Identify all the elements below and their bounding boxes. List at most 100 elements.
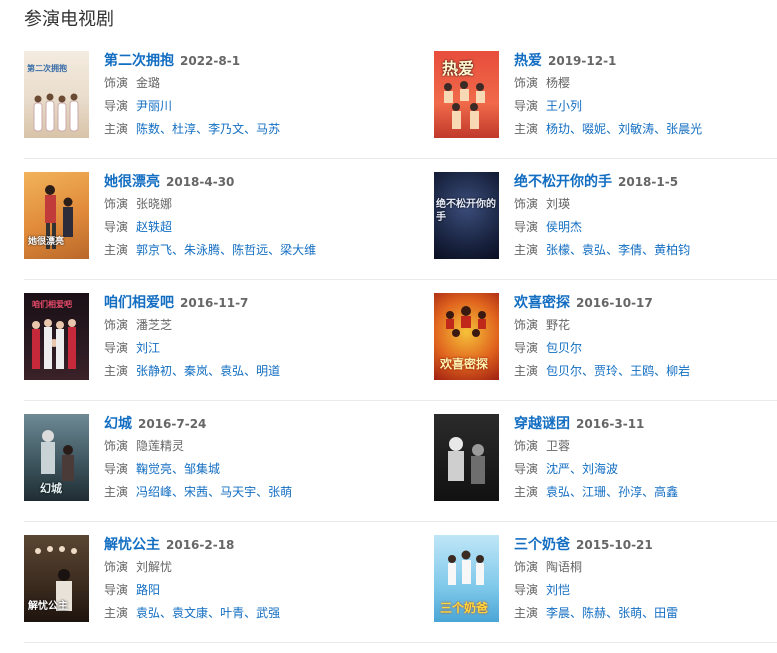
cast-link[interactable]: 刘敏涛 bbox=[618, 122, 654, 136]
director-link[interactable]: 沈严、刘海波 bbox=[546, 462, 618, 476]
cast-link[interactable]: 杜淳 bbox=[172, 122, 196, 136]
poster-title: 欢喜密探 bbox=[440, 357, 489, 371]
cast-link[interactable]: 张萌 bbox=[268, 485, 292, 499]
director-link[interactable]: 包贝尔 bbox=[546, 341, 582, 355]
show-info: 绝不松开你的手 2018-1-5 饰演 刘瑛 导演 侯明杰 主演 张檬、袁弘、李倩、黄柏… bbox=[514, 174, 691, 257]
role-label: 饰演 bbox=[104, 560, 129, 574]
director-link[interactable]: 路阳 bbox=[136, 583, 160, 597]
poster-image[interactable]: 三个奶爸 bbox=[434, 535, 499, 622]
cast-link[interactable]: 袁弘 bbox=[136, 606, 160, 620]
poster-figures bbox=[444, 81, 485, 129]
cast-link[interactable]: 梁大维 bbox=[280, 243, 316, 257]
director-link[interactable]: 尹丽川 bbox=[136, 99, 172, 113]
cast-link[interactable]: 武强 bbox=[256, 606, 280, 620]
poster-image[interactable]: 幻城 bbox=[24, 414, 89, 501]
cast-label: 主演 bbox=[104, 122, 129, 136]
director-label: 导演 bbox=[104, 220, 129, 234]
director-label: 导演 bbox=[514, 341, 539, 355]
director-link[interactable]: 赵轶超 bbox=[136, 220, 172, 234]
cast-link[interactable]: 袁弘 bbox=[546, 485, 570, 499]
director-label: 导演 bbox=[104, 583, 129, 597]
show-info: 三个奶爸 2015-10-21 饰演 陶语桐 导演 刘恺 主演 李晨、陈赫、张萌、田雷 bbox=[514, 537, 679, 620]
cast-link[interactable]: 马苏 bbox=[256, 122, 280, 136]
cast-link[interactable]: 陈数 bbox=[136, 122, 160, 136]
page-title: 参演电视剧 bbox=[24, 9, 114, 30]
show-info: 咱们相爱吧 2016-11-7 饰演 潘芝芝 导演 刘江 主演 张静初、秦岚、袁弘、明道 bbox=[104, 295, 281, 378]
poster-title: 绝不松开你的手 bbox=[436, 199, 496, 223]
cast-link[interactable]: 张晨光 bbox=[666, 122, 702, 136]
show-info: 解忧公主 2016-2-18 饰演 刘解忧 导演 路阳 主演 袁弘、袁文康、叶青、武强 bbox=[104, 537, 281, 620]
tv-show-list: 第二次拥抱 第二次拥抱 2022-8-1 饰演 金璐 导演 尹丽川 主演 陈数、杜淳、李… bbox=[24, 48, 777, 653]
show-title-link[interactable]: 幻城 bbox=[104, 416, 132, 432]
show-title-link[interactable]: 热爱 bbox=[514, 53, 542, 69]
cast-link[interactable]: 马天宇 bbox=[220, 485, 256, 499]
show-title-link[interactable]: 绝不松开你的手 bbox=[514, 174, 612, 190]
role-label: 饰演 bbox=[104, 197, 129, 211]
show-title-link[interactable]: 欢喜密探 bbox=[514, 295, 570, 311]
poster-image[interactable]: 热爱 bbox=[434, 51, 499, 138]
show-title-link[interactable]: 解忧公主 bbox=[104, 537, 160, 553]
show-date: 2018-1-5 bbox=[618, 175, 679, 189]
cast-link[interactable]: 江珊 bbox=[582, 485, 606, 499]
show-title-link[interactable]: 穿越谜团 bbox=[514, 416, 570, 432]
cast-link[interactable]: 啜妮 bbox=[582, 122, 606, 136]
director-link[interactable]: 刘恺 bbox=[546, 583, 570, 597]
cast-link[interactable]: 袁弘 bbox=[220, 364, 244, 378]
role-value: 野花 bbox=[546, 318, 571, 332]
cast-link[interactable]: 杨玏 bbox=[546, 122, 570, 136]
cast-link[interactable]: 袁文康 bbox=[172, 606, 208, 620]
poster-title: 幻城 bbox=[40, 482, 62, 495]
cast-link[interactable]: 袁弘 bbox=[582, 243, 606, 257]
show-title-link[interactable]: 三个奶爸 bbox=[514, 537, 570, 553]
cast-link[interactable]: 贾玲 bbox=[594, 364, 618, 378]
role-value: 刘解忧 bbox=[136, 560, 173, 574]
cast-link[interactable]: 叶青 bbox=[220, 606, 244, 620]
cast-link[interactable]: 朱泳腾 bbox=[184, 243, 220, 257]
role-label: 饰演 bbox=[514, 560, 539, 574]
cast-link[interactable]: 张萌 bbox=[618, 606, 642, 620]
cast-link[interactable]: 柳岩 bbox=[666, 364, 690, 378]
cast-link[interactable]: 李晨 bbox=[546, 606, 570, 620]
cast-link[interactable]: 明道 bbox=[256, 364, 280, 378]
director-link[interactable]: 王小列 bbox=[546, 99, 582, 113]
show-title-link[interactable]: 咱们相爱吧 bbox=[104, 295, 174, 311]
show-title-link[interactable]: 第二次拥抱 bbox=[104, 53, 174, 69]
poster-image[interactable]: 她很漂亮 bbox=[24, 172, 89, 259]
cast-link[interactable]: 宋茜 bbox=[184, 485, 208, 499]
cast-link[interactable]: 黄柏钧 bbox=[654, 243, 690, 257]
role-value: 张晓娜 bbox=[136, 197, 173, 211]
cast-link[interactable]: 陈赫 bbox=[582, 606, 606, 620]
role-label: 饰演 bbox=[104, 439, 129, 453]
cast-link[interactable]: 李倩 bbox=[618, 243, 642, 257]
show-date: 2019-12-1 bbox=[548, 54, 617, 68]
poster-image[interactable]: 绝不松开你的手 bbox=[434, 172, 499, 259]
director-link[interactable]: 刘江 bbox=[136, 341, 160, 355]
cast-link[interactable]: 李乃文 bbox=[208, 122, 244, 136]
show-title-link[interactable]: 她很漂亮 bbox=[104, 174, 160, 190]
cast-link[interactable]: 秦岚 bbox=[184, 364, 208, 378]
poster-image[interactable] bbox=[434, 414, 499, 501]
show-date: 2016-3-11 bbox=[576, 417, 645, 431]
cast-link[interactable]: 郭京飞 bbox=[136, 243, 172, 257]
poster-image[interactable]: 咱们相爱吧 bbox=[24, 293, 89, 380]
cast-link[interactable]: 孙淳 bbox=[618, 485, 642, 499]
cast-link[interactable]: 冯绍峰 bbox=[136, 485, 172, 499]
poster-image[interactable]: 第二次拥抱 bbox=[24, 51, 89, 138]
cast-link[interactable]: 张静初 bbox=[136, 364, 172, 378]
poster-image[interactable]: 解忧公主 bbox=[24, 535, 89, 622]
show-item: 欢喜密探 欢喜密探 2016-10-17 饰演 野花 导演 包贝尔 主演 包贝尔、贾玲、… bbox=[434, 290, 777, 401]
cast-link[interactable]: 高鑫 bbox=[654, 485, 678, 499]
cast-label: 主演 bbox=[104, 485, 129, 499]
cast-label: 主演 bbox=[104, 243, 129, 257]
cast-link[interactable]: 张檬 bbox=[546, 243, 570, 257]
cast-link[interactable]: 田雷 bbox=[654, 606, 678, 620]
director-link[interactable]: 侯明杰 bbox=[546, 220, 582, 234]
poster-title: 她很漂亮 bbox=[28, 237, 65, 247]
director-link[interactable]: 鞠觉亮、邹集城 bbox=[136, 462, 220, 476]
poster-image[interactable]: 欢喜密探 bbox=[434, 293, 499, 380]
cast-link[interactable]: 王鸥 bbox=[630, 364, 654, 378]
cast-label: 主演 bbox=[104, 364, 129, 378]
show-info: 热爱 2019-12-1 饰演 杨樱 导演 王小列 主演 杨玏、啜妮、刘敏涛、张晨光 bbox=[514, 53, 703, 136]
cast-link[interactable]: 包贝尔 bbox=[546, 364, 582, 378]
cast-link[interactable]: 陈哲远 bbox=[232, 243, 268, 257]
